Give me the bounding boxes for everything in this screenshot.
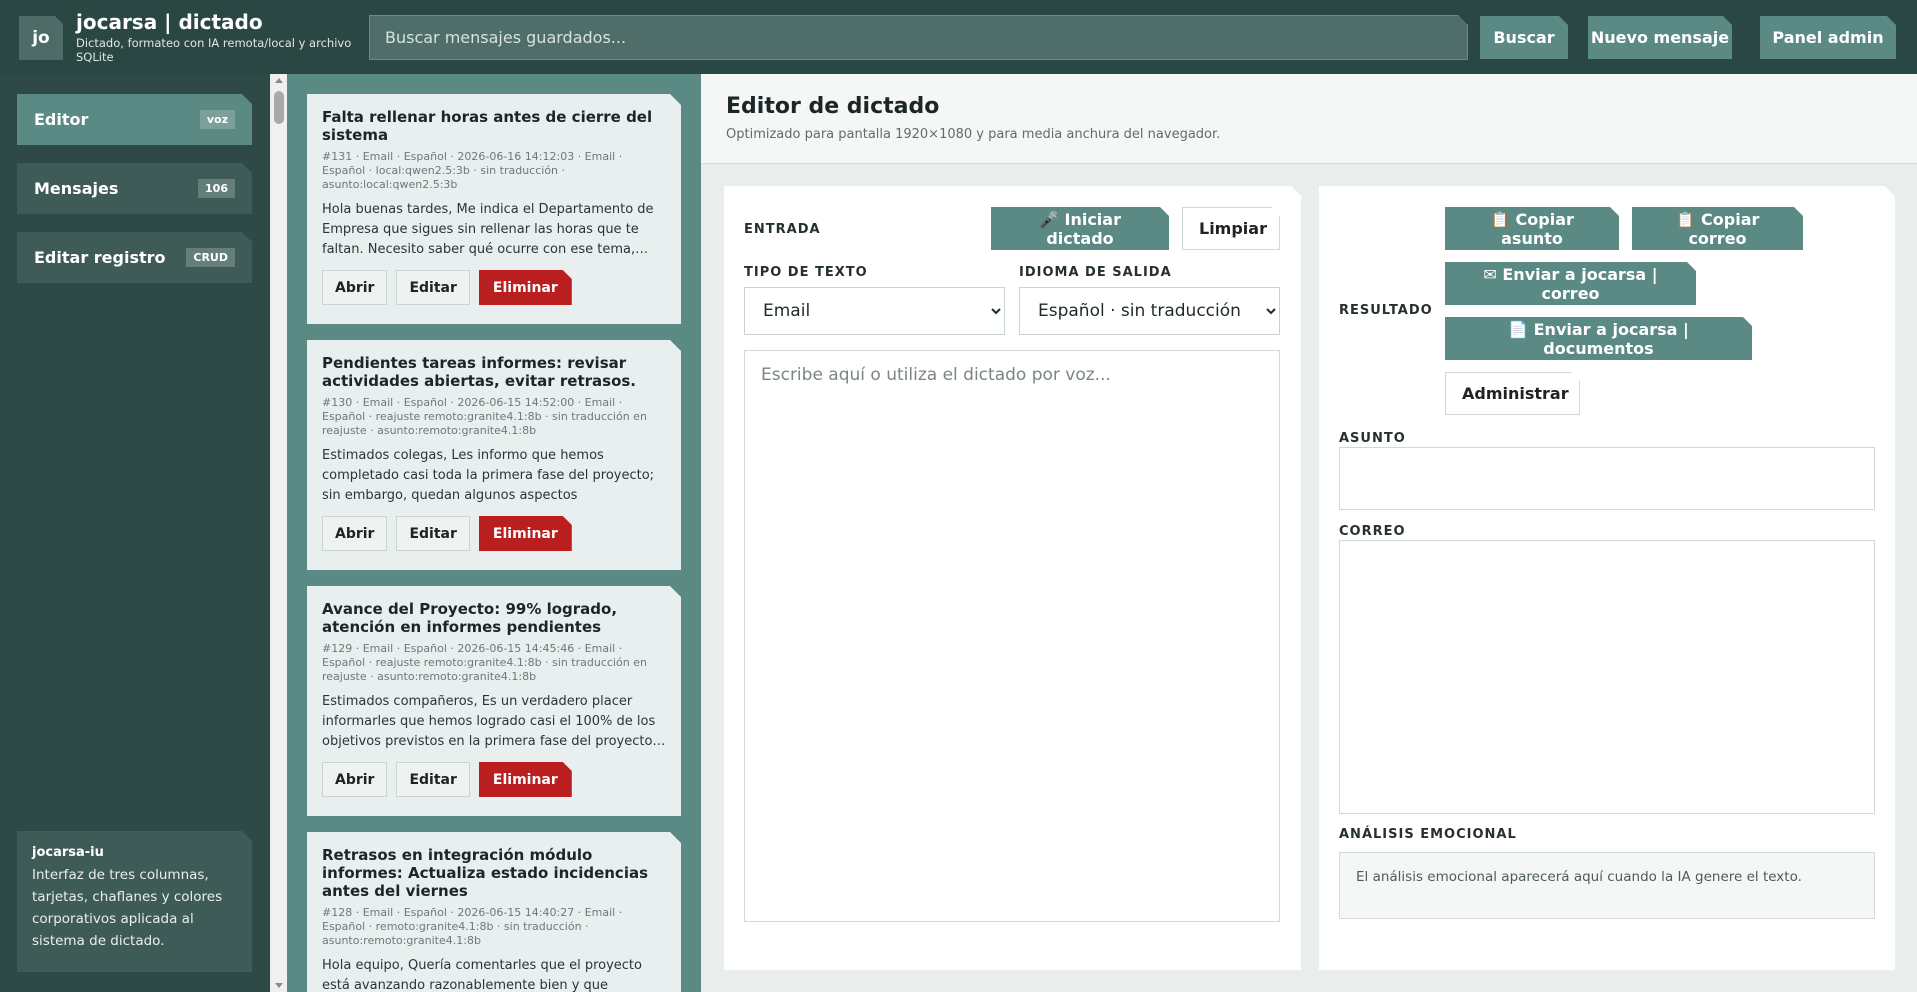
message-actions: Abrir Editar Eliminar [322, 270, 666, 305]
open-button[interactable]: Abrir [322, 516, 387, 551]
scroll-down-arrow-icon[interactable] [275, 983, 283, 988]
message-title: Falta rellenar horas antes de cierre del… [322, 108, 653, 144]
list-item: Pendientes tareas informes: revisar acti… [307, 340, 681, 570]
info-card-title: jocarsa-iu [32, 845, 104, 860]
top-header: jo jocarsa | dictado Dictado, formateo c… [0, 0, 1917, 74]
page-subtitle: Optimizado para pantalla 1920×1080 y par… [726, 127, 1221, 142]
subject-label: ASUNTO [1339, 431, 1406, 446]
page-title: Editor de dictado [726, 94, 940, 119]
sidebar-item-label: Editor [34, 110, 89, 129]
message-preview: Estimados colegas, Les informo que hemos… [322, 448, 655, 503]
edit-button[interactable]: Editar [396, 270, 469, 305]
email-label: CORREO [1339, 524, 1406, 539]
edit-button[interactable]: Editar [396, 516, 469, 551]
input-panel: ENTRADA 🎤 Iniciar dictado Limpiar TIPO D… [724, 186, 1301, 970]
message-meta: #131 · Email · Español · 2026-06-16 14:1… [322, 150, 623, 191]
copy-subject-button[interactable]: 📋 Copiar asunto [1445, 207, 1619, 250]
message-meta: #128 · Email · Español · 2026-06-15 14:4… [322, 906, 623, 947]
message-actions: Abrir Editar Eliminar [322, 516, 666, 551]
text-type-label: TIPO DE TEXTO [744, 265, 868, 280]
email-body-field[interactable] [1339, 540, 1875, 814]
manage-button[interactable]: Administrar [1445, 372, 1580, 415]
send-mail-button[interactable]: ✉ Enviar a jocarsa | correo [1445, 262, 1696, 305]
avatar: jo [19, 16, 63, 60]
message-preview: Estimados compañeros, Es un verdadero pl… [322, 694, 666, 749]
list-item: Avance del Proyecto: 99% logrado, atenci… [307, 586, 681, 816]
list-item: Falta rellenar horas antes de cierre del… [307, 94, 681, 324]
message-meta: #129 · Email · Español · 2026-06-15 14:4… [322, 642, 647, 683]
sidebar-item-messages[interactable]: Mensajes 106 [17, 163, 252, 214]
open-button[interactable]: Abrir [322, 762, 387, 797]
sidebar: Editor voz Mensajes 106 Editar registro … [0, 74, 270, 992]
search-input[interactable] [369, 15, 1468, 60]
message-meta: #130 · Email · Español · 2026-06-15 14:5… [322, 396, 647, 437]
message-preview: Hola equipo, Quería comentarles que el p… [322, 958, 642, 992]
main-header: Editor de dictado Optimizado para pantal… [701, 74, 1917, 164]
sidebar-item-badge: voz [200, 110, 235, 129]
scroll-up-arrow-icon[interactable] [275, 78, 283, 83]
delete-button[interactable]: Eliminar [479, 516, 572, 551]
delete-button[interactable]: Eliminar [479, 270, 572, 305]
open-button[interactable]: Abrir [322, 270, 387, 305]
emotion-label: ANÁLISIS EMOCIONAL [1339, 827, 1517, 842]
new-message-button[interactable]: Nuevo mensaje [1588, 16, 1732, 59]
edit-button[interactable]: Editar [396, 762, 469, 797]
emotion-analysis-box: El análisis emocional aparecerá aquí cua… [1339, 852, 1875, 919]
search-button[interactable]: Buscar [1480, 16, 1568, 59]
app-title: jocarsa | dictado [76, 10, 263, 34]
copy-email-button[interactable]: 📋 Copiar correo [1632, 207, 1803, 250]
sidebar-item-badge: CRUD [186, 248, 235, 267]
start-dictation-button[interactable]: 🎤 Iniciar dictado [991, 207, 1169, 250]
clear-button[interactable]: Limpiar [1182, 207, 1280, 250]
sidebar-item-badge: 106 [198, 179, 235, 198]
app-subtitle: Dictado, formateo con IA remota/local y … [76, 36, 352, 64]
text-type-select[interactable]: Email [744, 287, 1005, 335]
delete-button[interactable]: Eliminar [479, 762, 572, 797]
result-panel-label: RESULTADO [1339, 303, 1433, 318]
message-actions: Abrir Editar Eliminar [322, 762, 666, 797]
subject-field[interactable] [1339, 447, 1875, 510]
sidebar-item-editor[interactable]: Editor voz [17, 94, 252, 145]
info-card: jocarsa-iu Interfaz de tres columnas, ta… [17, 831, 252, 972]
output-language-select[interactable]: Español · sin traducción [1019, 287, 1280, 335]
result-panel: RESULTADO 📋 Copiar asunto 📋 Copiar corre… [1319, 186, 1895, 970]
send-documents-button[interactable]: 📄 Enviar a jocarsa | documentos [1445, 317, 1752, 360]
input-panel-label: ENTRADA [744, 222, 821, 237]
brand: jocarsa | dictado Dictado, formateo con … [76, 10, 356, 64]
sidebar-item-label: Editar registro [34, 248, 166, 267]
list-scrollbar[interactable] [271, 74, 287, 992]
message-preview: Hola buenas tardes, Me indica el Departa… [322, 202, 654, 257]
admin-panel-button[interactable]: Panel admin [1760, 16, 1896, 59]
list-item: Retrasos en integración módulo informes:… [307, 832, 681, 992]
message-title: Pendientes tareas informes: revisar acti… [322, 354, 637, 390]
sidebar-item-label: Mensajes [34, 179, 119, 198]
main-area: Editor de dictado Optimizado para pantal… [701, 74, 1917, 992]
info-card-text: Interfaz de tres columnas, tarjetas, cha… [32, 867, 223, 949]
dictation-textarea[interactable] [744, 350, 1280, 922]
output-language-label: IDIOMA DE SALIDA [1019, 265, 1172, 280]
message-title: Retrasos en integración módulo informes:… [322, 846, 649, 900]
message-list: Falta rellenar horas antes de cierre del… [287, 74, 701, 992]
scroll-thumb[interactable] [274, 91, 284, 124]
sidebar-item-edit-record[interactable]: Editar registro CRUD [17, 232, 252, 283]
message-title: Avance del Proyecto: 99% logrado, atenci… [322, 600, 618, 636]
